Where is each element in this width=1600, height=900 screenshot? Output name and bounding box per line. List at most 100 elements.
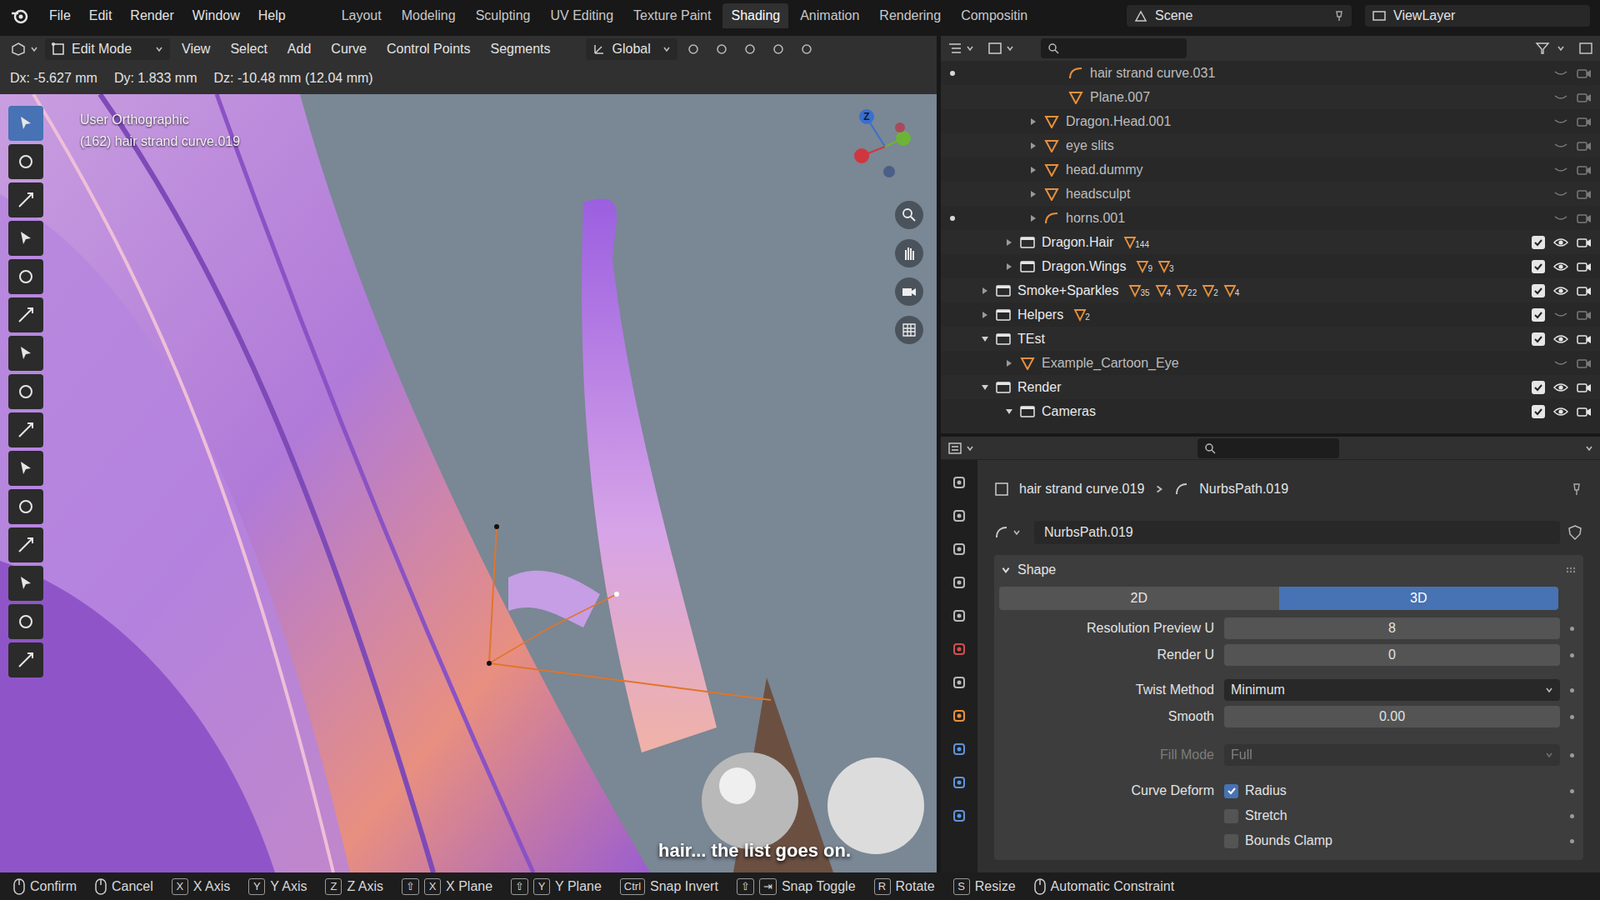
properties-tab[interactable]	[946, 503, 972, 529]
tool-button[interactable]	[8, 642, 44, 678]
header-tool-button[interactable]	[794, 38, 820, 60]
keyframe-dot[interactable]	[1570, 789, 1575, 794]
collapsed-arrow-icon[interactable]	[1029, 117, 1038, 126]
mode-dropdown[interactable]: Edit Mode	[45, 38, 170, 60]
filter-icon[interactable]	[1535, 41, 1550, 55]
properties-tab[interactable]	[946, 603, 972, 629]
view-layer-selector[interactable]: ViewLayer	[1365, 5, 1590, 27]
pin-icon[interactable]	[1570, 482, 1584, 496]
eye-icon[interactable]	[1553, 236, 1569, 249]
tool-button[interactable]	[8, 220, 44, 256]
include-checkbox[interactable]	[1531, 284, 1545, 298]
eye-icon[interactable]	[1553, 333, 1569, 345]
navigation-gizmo[interactable]: Z	[851, 109, 919, 185]
tool-button[interactable]	[8, 297, 44, 333]
checkbox[interactable]	[1224, 784, 1239, 799]
workspace-tab[interactable]: Texture Paint	[625, 3, 720, 29]
eye-icon[interactable]	[1553, 140, 1569, 152]
include-checkbox[interactable]	[1531, 308, 1545, 322]
navigation-button[interactable]	[895, 277, 924, 306]
menu-item[interactable]: Edit	[81, 5, 120, 26]
camera-icon[interactable]	[1576, 260, 1592, 273]
outliner-row[interactable]: Smoke+Sparkles3542224	[940, 278, 1600, 303]
tool-button[interactable]	[8, 527, 44, 563]
eye-icon[interactable]	[1553, 285, 1569, 297]
datablock-type-button[interactable]	[994, 525, 1028, 540]
collapsed-arrow-icon[interactable]	[1005, 262, 1014, 271]
tool-button[interactable]	[8, 604, 44, 640]
workspace-tab[interactable]: Compositin	[952, 3, 1036, 29]
viewport-canvas[interactable]: User Orthographic(162) hair strand curve…	[0, 94, 937, 873]
camera-icon[interactable]	[1576, 381, 1592, 394]
menu-item[interactable]: Help	[250, 5, 294, 26]
outliner-row[interactable]: Cameras	[940, 399, 1600, 424]
workspace-tab[interactable]: UV Editing	[541, 3, 622, 29]
eye-icon[interactable]	[1553, 260, 1569, 273]
blender-logo-icon[interactable]	[10, 6, 29, 25]
viewport-menu-item[interactable]: Select	[221, 39, 275, 60]
properties-tab[interactable]	[946, 636, 972, 662]
workspace-tab[interactable]: Layout	[333, 3, 390, 29]
camera-icon[interactable]	[1576, 164, 1592, 176]
keyframe-dot[interactable]	[1570, 653, 1575, 658]
editor-type-button[interactable]	[6, 41, 42, 57]
outliner-row[interactable]: Helpers2	[940, 302, 1600, 327]
fake-user-icon[interactable]	[1566, 524, 1584, 541]
outliner-row[interactable]: Dragon.Wings93	[940, 254, 1600, 279]
properties-tab[interactable]	[946, 736, 972, 762]
tool-button[interactable]	[8, 105, 44, 141]
expanded-arrow-icon[interactable]	[1005, 407, 1014, 416]
tool-button[interactable]	[8, 450, 44, 486]
outliner-row[interactable]: TEst	[940, 326, 1600, 351]
camera-icon[interactable]	[1576, 140, 1592, 152]
eye-icon[interactable]	[1553, 188, 1569, 200]
collapsed-arrow-icon[interactable]	[980, 310, 990, 320]
number-field[interactable]: 0.00	[1224, 705, 1560, 728]
include-checkbox[interactable]	[1531, 235, 1545, 250]
menu-item[interactable]: File	[41, 5, 79, 26]
properties-tab[interactable]	[946, 470, 972, 495]
tool-button[interactable]	[8, 489, 44, 525]
outliner-row[interactable]: hair strand curve.031	[940, 60, 1600, 85]
camera-icon[interactable]	[1576, 91, 1592, 104]
camera-icon[interactable]	[1576, 357, 1592, 370]
collapsed-arrow-icon[interactable]	[1029, 190, 1038, 199]
viewport-menu-item[interactable]: Curve	[322, 39, 375, 60]
outliner-row[interactable]: headsculpt	[940, 181, 1600, 206]
display-mode-button[interactable]	[987, 41, 1015, 55]
properties-tab[interactable]	[946, 703, 972, 729]
scene-selector[interactable]: Scene	[1126, 5, 1352, 27]
eye-icon[interactable]	[1553, 309, 1569, 321]
viewport-menu-item[interactable]: View	[173, 39, 219, 60]
tool-button[interactable]	[8, 259, 44, 295]
dimension-option[interactable]: 3D	[1279, 586, 1560, 610]
outliner-row[interactable]: Plane.007	[940, 85, 1600, 110]
include-checkbox[interactable]	[1531, 405, 1545, 419]
collapsed-arrow-icon[interactable]	[1005, 238, 1014, 247]
keyframe-dot[interactable]	[1570, 626, 1575, 631]
collapsed-arrow-icon[interactable]	[1005, 359, 1014, 368]
eye-icon[interactable]	[1553, 91, 1569, 104]
tool-button[interactable]	[8, 412, 44, 448]
properties-tab[interactable]	[946, 670, 972, 695]
outliner-row[interactable]: eye slits	[940, 133, 1600, 158]
outliner-row[interactable]: head.dummy	[940, 157, 1600, 182]
camera-icon[interactable]	[1576, 115, 1592, 128]
tool-button[interactable]	[8, 182, 44, 218]
tool-button[interactable]	[8, 374, 44, 410]
tool-button[interactable]	[8, 335, 44, 371]
number-field[interactable]: 8	[1224, 617, 1560, 640]
workspace-tab[interactable]: Modeling	[393, 3, 465, 29]
properties-tab[interactable]	[946, 570, 972, 595]
eye-icon[interactable]	[1553, 357, 1569, 370]
dimension-option[interactable]: 2D	[999, 586, 1280, 610]
properties-tab[interactable]	[946, 803, 972, 829]
eye-icon[interactable]	[1553, 405, 1569, 418]
tool-button[interactable]	[8, 565, 44, 601]
outliner-row[interactable]: horns.001	[940, 205, 1600, 230]
dropdown-field[interactable]: Minimum	[1224, 679, 1560, 701]
properties-tab[interactable]	[946, 536, 972, 562]
outliner-row[interactable]: Dragon.Hair144	[940, 230, 1600, 255]
camera-icon[interactable]	[1576, 67, 1592, 80]
new-collection-icon[interactable]	[1578, 41, 1594, 55]
